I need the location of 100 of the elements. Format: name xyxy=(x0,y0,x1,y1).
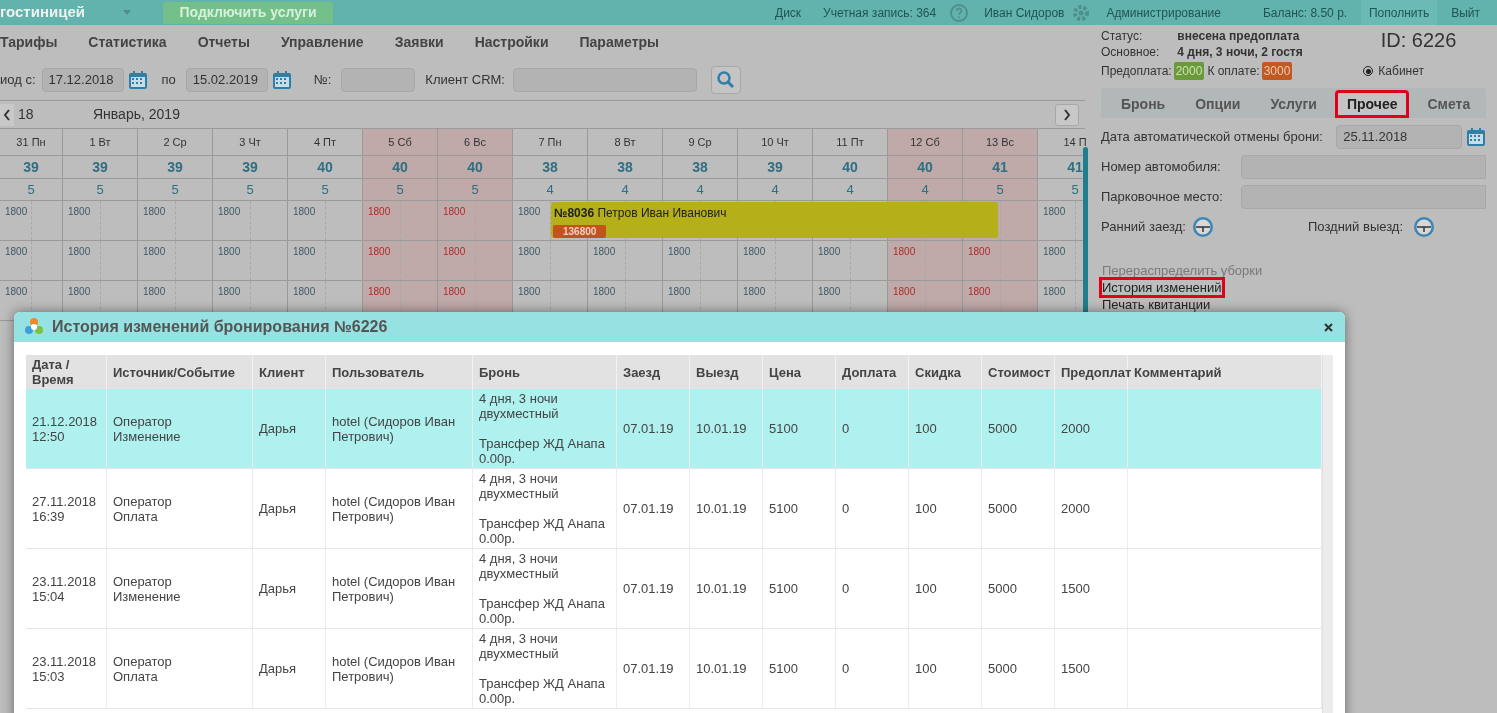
free-count: 5 xyxy=(996,180,1004,199)
number-label: №: xyxy=(313,71,332,90)
table-cell-text: 5100 xyxy=(769,421,799,436)
early-checkin-label: Ранний заезд: xyxy=(1101,218,1186,237)
top-up-button[interactable]: Пополнить xyxy=(1361,0,1438,25)
to-label: по xyxy=(161,71,176,90)
menu-item[interactable]: Отчеты xyxy=(197,32,250,53)
booking-description: 4 дня, 3 ночи двухместный xyxy=(479,551,560,581)
late-checkout-label: Поздний выезд: xyxy=(1308,218,1404,237)
search-button[interactable] xyxy=(711,66,741,94)
price-cell-text: 1800 xyxy=(368,285,391,299)
menu-item[interactable]: Статистика xyxy=(88,32,167,53)
disk-link[interactable]: Диск xyxy=(775,3,802,22)
day-header: 10 Чт xyxy=(761,134,789,150)
table-cell-text: 10.01.19 xyxy=(696,661,748,676)
table-cell-text: 0 xyxy=(842,421,851,436)
menu-item[interactable]: Управление xyxy=(280,32,364,53)
column-header: Цена xyxy=(769,364,801,380)
occupancy-count: 40 xyxy=(392,157,408,177)
menu-item[interactable]: Тарифы xyxy=(0,32,58,53)
tab[interactable]: Бронь xyxy=(1109,90,1178,118)
free-count: 4 xyxy=(846,180,854,199)
transfer-description: Трансфер ЖД Анапа 0.00р. xyxy=(479,676,606,706)
free-count: 5 xyxy=(27,180,35,199)
table-cell-text: 07.01.19 xyxy=(623,421,675,436)
menu-item[interactable]: Параметры xyxy=(579,32,659,53)
table-cell-text: 100 xyxy=(915,581,938,596)
user-name[interactable]: Иван Сидоров xyxy=(984,3,1065,22)
tab[interactable]: Смета xyxy=(1415,90,1483,118)
history-row[interactable]: 21.12.2018 12:50 Оператор Изменение Дарья hotel (Сидоров Иван Петрович) 4 дня, 3 ночи двухместный Трансфер ЖД Анапа 0.00р. 07.01.19 10.01.19 5100 0 100 5000 2000 xyxy=(26,389,1322,469)
tab[interactable]: Услуги xyxy=(1258,90,1329,118)
due-label: К оплате: xyxy=(1207,63,1260,80)
column-header: Доплата xyxy=(842,364,897,380)
price-cell-text: 1800 xyxy=(293,205,316,219)
column-header: Бронь xyxy=(479,364,521,380)
day-header: 31 Пн xyxy=(16,134,46,150)
table-cell-text: 15:04 xyxy=(32,588,66,604)
table-cell-text: 100 xyxy=(915,501,938,516)
price-cell-text: 1800 xyxy=(743,245,766,259)
clock-icon[interactable] xyxy=(1413,216,1436,238)
price-cell-text: 1800 xyxy=(143,205,166,219)
price-cell-text: 1800 xyxy=(5,205,28,219)
booking-bar[interactable]: №8036 Петров Иван Иванович 136800 xyxy=(551,202,998,238)
prepay-badge: 2000 xyxy=(1173,62,1205,80)
free-count: 5 xyxy=(1071,180,1079,199)
history-row[interactable]: 23.11.2018 15:04 Оператор Изменение Дарья hotel (Сидоров Иван Петрович) 4 дня, 3 ночи двухместный Трансфер ЖД Анапа 0.00р. 07.01.19 10.01.19 5100 0 100 5000 1500 xyxy=(26,549,1322,629)
free-count: 5 xyxy=(246,180,254,199)
price-cell-text: 1800 xyxy=(668,285,691,299)
status-value: внесена предоплата xyxy=(1177,28,1301,44)
scrollbar-track[interactable] xyxy=(1322,355,1333,713)
table-cell-text: Оператор xyxy=(113,573,173,589)
history-row[interactable]: 23.11.2018 15:03 Оператор Оплата Дарья hotel (Сидоров Иван Петрович) 4 дня, 3 ночи двухместный Трансфер ЖД Анапа 0.00р. 07.01.19 10.01.19 5100 0 100 5000 1500 xyxy=(26,629,1322,709)
admin-link[interactable]: Администрирование xyxy=(1106,3,1221,22)
date-to-field[interactable]: 15.02.2019 xyxy=(185,68,268,92)
price-cell-text: 1800 xyxy=(443,285,466,299)
price-cell-text: 1800 xyxy=(968,285,991,299)
price-cell-text: 1800 xyxy=(518,205,541,219)
logout-link[interactable]: Выйт xyxy=(1451,3,1480,22)
price-cell-text: 1800 xyxy=(518,245,541,259)
free-count: 5 xyxy=(471,180,479,199)
period-label: иод с: xyxy=(0,71,36,90)
free-count: 5 xyxy=(396,180,404,199)
price-cell-text: 1800 xyxy=(1043,285,1066,299)
panel-link[interactable]: Печать квитанции xyxy=(1101,296,1212,313)
table-cell-text: Изменение xyxy=(113,428,182,444)
table-cell-text: Оплата xyxy=(113,508,158,524)
calendar-icon[interactable] xyxy=(127,70,148,90)
price-cell-text: 1800 xyxy=(593,285,616,299)
clock-icon[interactable] xyxy=(1192,216,1214,238)
price-cell-text: 1800 xyxy=(218,285,241,299)
tab[interactable]: Прочее xyxy=(1334,90,1410,118)
occupancy-count: 41 xyxy=(1067,157,1083,177)
column-header: Предоплат xyxy=(1061,364,1132,380)
menu-item[interactable]: Настройки xyxy=(474,32,549,53)
table-cell-text: 10.01.19 xyxy=(696,581,748,596)
free-count: 5 xyxy=(321,180,329,199)
date-from-field[interactable]: 17.12.2018 xyxy=(41,68,124,92)
price-cell-text: 1800 xyxy=(1043,245,1066,259)
history-row[interactable]: 27.11.2018 16:39 Оператор Оплата Дарья hotel (Сидоров Иван Петрович) 4 дня, 3 ночи двухместный Трансфер ЖД Анапа 0.00р. 07.01.19 10.01.19 5100 0 100 5000 2000 xyxy=(26,469,1322,549)
table-cell-text: 5000 xyxy=(988,501,1018,516)
cancel-date-field[interactable]: 25.11.2018 xyxy=(1336,125,1462,149)
column-header: Клиент xyxy=(259,364,305,380)
close-button[interactable] xyxy=(1321,320,1335,334)
table-cell-text: 10.01.19 xyxy=(696,421,748,436)
next-button[interactable] xyxy=(1055,103,1079,126)
calendar-icon[interactable] xyxy=(1466,127,1486,147)
panel-link[interactable]: История изменений xyxy=(1101,279,1223,296)
prev-button[interactable] xyxy=(0,103,14,126)
status-label: Статус: xyxy=(1101,28,1144,44)
price-cell-text: 1800 xyxy=(68,205,91,219)
menu-item[interactable]: Заявки xyxy=(394,32,444,53)
table-cell-text: Оператор xyxy=(113,493,173,509)
price-cell-text: 1800 xyxy=(668,245,691,259)
price-cell-text: 1800 xyxy=(968,245,991,259)
column-header: Комментарий xyxy=(1134,364,1222,380)
price-cell-text: 1800 xyxy=(293,285,316,299)
calendar-icon[interactable] xyxy=(271,70,292,90)
logo-icon xyxy=(24,317,44,337)
chevron-left-icon xyxy=(3,108,11,121)
tab[interactable]: Опции xyxy=(1183,90,1253,118)
